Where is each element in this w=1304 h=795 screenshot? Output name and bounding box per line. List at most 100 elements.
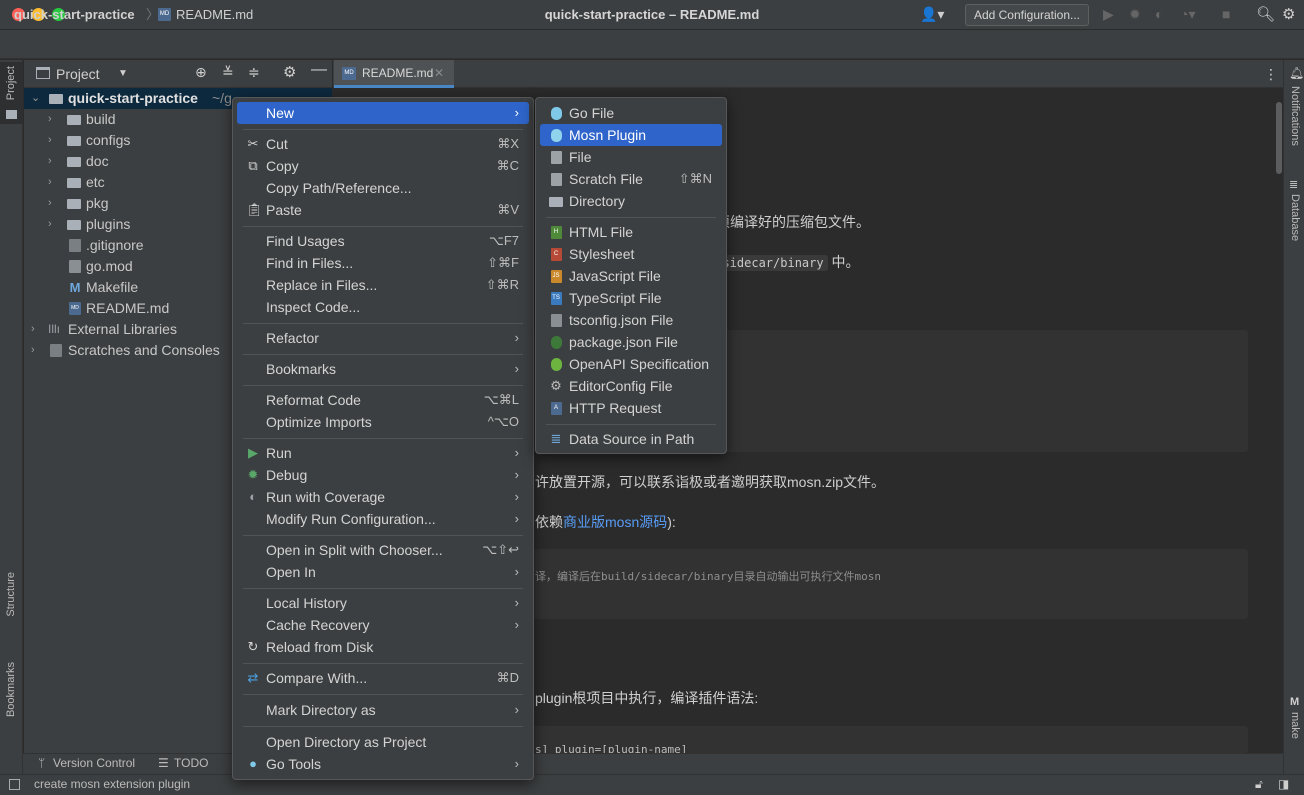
menu-item-compare-with[interactable]: ⇄ Compare With... ⌘D (237, 667, 529, 689)
submenu-item-mosn-plugin[interactable]: Mosn Plugin (540, 124, 722, 146)
coverage-icon[interactable]: ◐ (1155, 6, 1163, 22)
tree-folder-label: doc (86, 153, 109, 169)
submenu-item-javascript-file[interactable]: JS JavaScript File (540, 265, 722, 287)
menu-item-shortcut: ⌘D (496, 670, 519, 685)
more-options-icon[interactable]: ⋮ (1264, 60, 1278, 88)
menu-item-replace-in-files[interactable]: Replace in Files... ⇧⌘R (237, 274, 529, 296)
menu-item-open-in-split[interactable]: Open in Split with Chooser... ⌥⇧↩ (237, 539, 529, 561)
menu-item-find-usages[interactable]: Find Usages ⌥F7 (237, 230, 529, 252)
submenu-item-html-file[interactable]: H HTML File (540, 221, 722, 243)
menu-item-inspect-code[interactable]: Inspect Code... (237, 296, 529, 318)
database-tool-button[interactable]: ≣ Database (1285, 178, 1304, 248)
menu-item-mark-directory-as[interactable]: Mark Directory as › (237, 699, 529, 721)
menu-item-refactor[interactable]: Refactor › (237, 327, 529, 349)
structure-tool-button[interactable]: Structure (0, 570, 23, 642)
memory-indicator-icon[interactable]: ◨ (1278, 777, 1289, 791)
submenu-item-data-source-in-path[interactable]: ≣ Data Source in Path (540, 428, 722, 450)
make-label: make (1289, 712, 1301, 739)
menu-item-optimize-imports[interactable]: Optimize Imports ^⌥O (237, 411, 529, 433)
menu-item-copy-path[interactable]: Copy Path/Reference... (237, 177, 529, 199)
menu-item-run-with-coverage[interactable]: ◐ Run with Coverage › (237, 486, 529, 508)
toggle-panels-icon[interactable] (9, 779, 20, 790)
locate-icon[interactable]: ⊕ (195, 64, 207, 81)
hide-panel-icon[interactable]: — (311, 61, 327, 79)
debug-icon[interactable]: ✹ (1129, 6, 1141, 23)
menu-item-copy[interactable]: ⧉ Copy ⌘C (237, 155, 529, 177)
menu-item-cut[interactable]: ✂ Cut ⌘X (237, 133, 529, 155)
profile-icon[interactable]: ◔▾ (1180, 6, 1195, 23)
chevron-right-icon[interactable]: › (48, 214, 52, 235)
panel-gear-icon[interactable]: ⚙ (283, 63, 296, 81)
chevron-right-icon[interactable]: › (48, 109, 52, 130)
submenu-item-scratch-file[interactable]: Scratch File ⇧⌘N (540, 168, 722, 190)
editor-scrollbar[interactable] (1276, 102, 1282, 174)
add-configuration-button[interactable]: Add Configuration... (965, 4, 1089, 26)
settings-gear-icon[interactable]: ⚙ (1282, 5, 1295, 23)
chevron-right-icon[interactable]: › (48, 130, 52, 151)
menu-item-debug[interactable]: ✹ Debug › (237, 464, 529, 486)
menu-separator (243, 323, 523, 324)
notifications-tool-button[interactable]: 🔔︎ Notifications (1285, 66, 1304, 161)
css-file-icon: C (549, 243, 563, 265)
context-menu: New › ✂ Cut ⌘X ⧉ Copy ⌘C Copy Path/Refer… (232, 97, 534, 780)
menu-item-paste[interactable]: 📋︎ Paste ⌘V (237, 199, 529, 221)
chevron-right-icon[interactable]: › (31, 340, 35, 361)
chevron-right-icon[interactable]: › (31, 319, 35, 340)
submenu-item-file[interactable]: File (540, 146, 722, 168)
menu-item-open-directory-as-project[interactable]: Open Directory as Project (237, 731, 529, 753)
new-submenu: Go File Mosn Plugin File Scratch File ⇧⌘… (535, 97, 727, 454)
code-block[interactable] (533, 549, 1248, 619)
bookmarks-tool-button[interactable]: Bookmarks (0, 660, 23, 744)
menu-item-reload-from-disk[interactable]: ↻ Reload from Disk (237, 636, 529, 658)
submenu-item-label: Go File (569, 105, 615, 121)
stop-icon[interactable]: ■ (1222, 6, 1230, 22)
code-line: s] plugin=[plugin-name] (535, 743, 688, 753)
user-icon[interactable]: 👤▾ (920, 6, 944, 23)
menu-separator (243, 694, 523, 695)
breadcrumb-project[interactable]: quick-start-practice (14, 0, 135, 29)
submenu-item-label: HTTP Request (569, 400, 662, 416)
submenu-item-stylesheet[interactable]: C Stylesheet (540, 243, 722, 265)
submenu-item-editorconfig-file[interactable]: ⚙ EditorConfig File (540, 375, 722, 397)
menu-item-find-in-files[interactable]: Find in Files... ⇧⌘F (237, 252, 529, 274)
menu-item-go-tools[interactable]: ● Go Tools › (237, 753, 529, 775)
submenu-item-label: HTML File (569, 224, 634, 240)
menu-item-bookmarks[interactable]: Bookmarks › (237, 358, 529, 380)
chevron-right-icon[interactable]: › (48, 172, 52, 193)
commercial-mosn-link[interactable]: 商业版mosn源码 (563, 514, 667, 530)
close-tab-icon[interactable]: ✕ (434, 60, 444, 87)
run-icon[interactable]: ▶ (1103, 6, 1114, 23)
collapse-all-icon[interactable]: ≑ (248, 64, 260, 81)
menu-item-label: Open In (266, 564, 316, 580)
menu-separator (243, 226, 523, 227)
menu-item-cache-recovery[interactable]: Cache Recovery › (237, 614, 529, 636)
menu-item-reformat-code[interactable]: Reformat Code ⌥⌘L (237, 389, 529, 411)
chevron-down-icon[interactable]: ⌄ (31, 88, 40, 109)
lock-icon[interactable]: 🔓︎ (1255, 777, 1263, 792)
search-icon[interactable]: 🔍︎ (1256, 5, 1275, 23)
chevron-down-icon[interactable]: ▼ (118, 60, 128, 88)
menu-item-modify-run-config[interactable]: Modify Run Configuration... › (237, 508, 529, 530)
database-label: Database (1289, 194, 1301, 242)
make-tool-button[interactable]: M make (1285, 696, 1304, 746)
submenu-item-http-request[interactable]: A HTTP Request (540, 397, 722, 419)
todo-tab[interactable]: TODO (174, 753, 208, 774)
expand-all-icon[interactable]: ≚ (222, 64, 234, 81)
submenu-item-go-file[interactable]: Go File (540, 102, 722, 124)
submenu-arrow-icon: › (514, 445, 519, 460)
submenu-item-directory[interactable]: Directory (540, 190, 722, 212)
project-panel-title[interactable]: Project (56, 60, 100, 88)
version-control-tab[interactable]: Version Control (53, 753, 135, 774)
submenu-item-tsconfig-json[interactable]: tsconfig.json File (540, 309, 722, 331)
menu-item-new[interactable]: New › (237, 102, 529, 124)
menu-item-run[interactable]: ▶ Run › (237, 442, 529, 464)
breadcrumb-file[interactable]: README.md (176, 0, 253, 29)
menu-item-open-in[interactable]: Open In › (237, 561, 529, 583)
menu-item-label: Inspect Code... (266, 299, 361, 315)
chevron-right-icon[interactable]: › (48, 151, 52, 172)
submenu-item-package-json[interactable]: package.json File (540, 331, 722, 353)
submenu-item-typescript-file[interactable]: TS TypeScript File (540, 287, 722, 309)
menu-item-local-history[interactable]: Local History › (237, 592, 529, 614)
submenu-item-openapi-spec[interactable]: OpenAPI Specification (540, 353, 722, 375)
chevron-right-icon[interactable]: › (48, 193, 52, 214)
